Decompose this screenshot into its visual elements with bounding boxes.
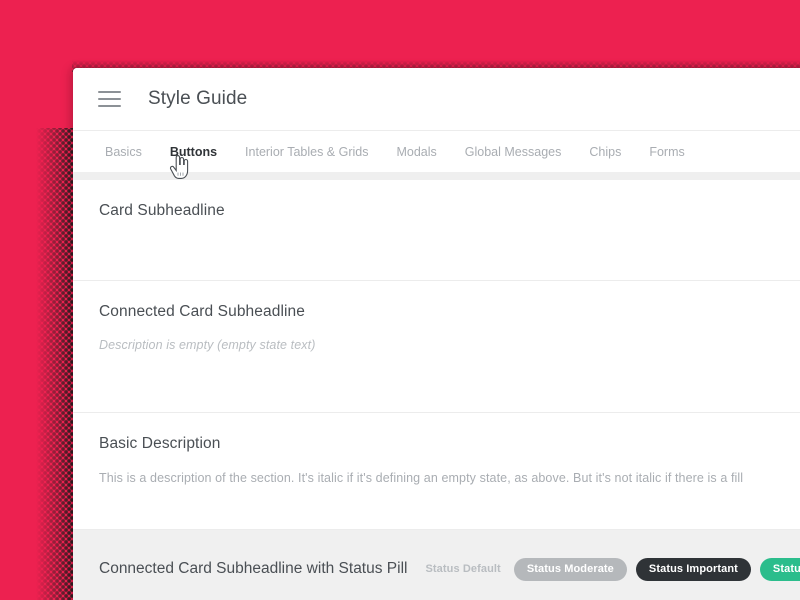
section-card: Card Subheadline <box>73 180 800 281</box>
screenshot-stage: Style Guide Basics Buttons Interior Tabl… <box>0 0 800 600</box>
tab-basics[interactable]: Basics <box>91 131 156 173</box>
basic-description-subheadline: Basic Description <box>99 435 221 452</box>
tab-modals[interactable]: Modals <box>382 131 450 173</box>
tab-forms[interactable]: Forms <box>635 131 698 173</box>
section-connected-card: Connected Card Subheadline Description i… <box>73 281 800 413</box>
app-header: Style Guide <box>73 68 800 130</box>
connected-card-subheadline: Connected Card Subheadline <box>99 303 305 320</box>
section-basic-description: Basic Description This is a description … <box>73 413 800 530</box>
tab-buttons[interactable]: Buttons <box>156 131 231 173</box>
empty-state-text: Description is empty (empty state text) <box>99 338 316 352</box>
tab-global-messages[interactable]: Global Messages <box>451 131 576 173</box>
tab-chips[interactable]: Chips <box>575 131 635 173</box>
status-pill-row: Connected Card Subheadline with Status P… <box>99 557 800 581</box>
basic-description-text: This is a description of the section. It… <box>99 471 744 485</box>
status-badge-good: Status Goo <box>759 557 800 581</box>
tab-interior-tables-grids[interactable]: Interior Tables & Grids <box>231 131 382 173</box>
app-window: Style Guide Basics Buttons Interior Tabl… <box>73 68 800 600</box>
hamburger-bar <box>97 91 121 93</box>
page-title: Style Guide <box>148 88 248 109</box>
section-status-pill-card: Connected Card Subheadline with Status P… <box>73 530 800 600</box>
hamburger-bar <box>97 98 121 100</box>
status-badge-default: Status Default <box>425 562 501 575</box>
content-gap-band <box>73 172 800 180</box>
hamburger-menu-icon[interactable] <box>91 81 127 117</box>
status-pill-card-subheadline: Connected Card Subheadline with Status P… <box>99 560 408 577</box>
status-badge-important: Status Important <box>635 557 751 581</box>
content-area: Card Subheadline Connected Card Subheadl… <box>73 172 800 600</box>
card-subheadline: Card Subheadline <box>99 202 225 219</box>
status-badge-moderate: Status Moderate <box>513 557 627 581</box>
tab-bar: Basics Buttons Interior Tables & Grids M… <box>73 130 800 179</box>
hamburger-bar <box>97 105 121 107</box>
